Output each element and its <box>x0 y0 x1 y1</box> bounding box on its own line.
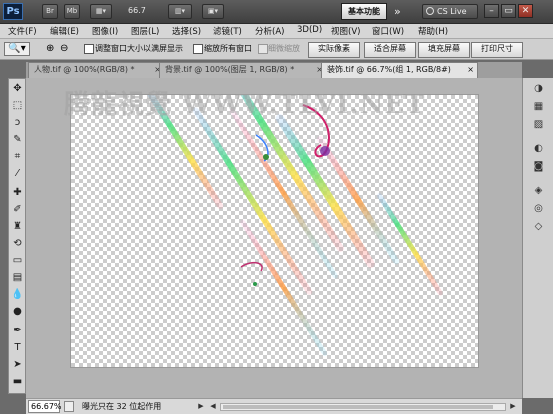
color-panel-icon[interactable]: ◑ <box>531 82 546 96</box>
zoom-level[interactable]: 66.7 <box>128 6 146 15</box>
clone-stamp-tool-icon[interactable]: ♜ <box>10 219 25 234</box>
photoshop-logo: Ps <box>3 3 23 20</box>
close-tab-icon[interactable]: × <box>467 63 474 77</box>
crop-tool-icon[interactable]: ⌗ <box>10 149 25 164</box>
zoom-all-windows-label: 缩放所有窗口 <box>204 44 252 53</box>
screen-mode-dropdown[interactable]: ▣▾ <box>202 4 224 19</box>
watermark: 腾龍視覺 WWW.TLVI.NET <box>64 90 426 120</box>
workspace-switcher-button[interactable]: 基本功能 <box>341 3 387 20</box>
menu-edit[interactable]: 编辑(E) <box>50 25 79 37</box>
menu-layer[interactable]: 图层(L) <box>131 25 159 37</box>
cs-live-icon <box>426 7 434 15</box>
shape-tool-icon[interactable]: ▬ <box>10 374 25 389</box>
menu-help[interactable]: 帮助(H) <box>418 25 448 37</box>
resize-windows-label: 调整窗口大小以满屏显示 <box>95 44 183 53</box>
lasso-tool-icon[interactable]: ↄ <box>10 115 25 130</box>
fill-screen-button[interactable]: 填充屏幕 <box>418 42 470 58</box>
history-brush-tool-icon[interactable]: ⟲ <box>10 236 25 251</box>
path-selection-tool-icon[interactable]: ➤ <box>10 357 25 372</box>
close-button[interactable]: ✕ <box>518 4 533 18</box>
light-streaks-artwork <box>146 95 443 356</box>
resize-windows-checkbox[interactable] <box>84 44 94 54</box>
zoom-out-icon[interactable]: ⊖ <box>60 42 72 55</box>
healing-brush-tool-icon[interactable]: ✚ <box>10 185 25 200</box>
menu-image[interactable]: 图像(I) <box>92 25 118 37</box>
tab-label: 人物.tif @ 100%(RGB/8) * <box>34 65 135 74</box>
masks-panel-icon[interactable]: ◙ <box>531 160 546 174</box>
options-bar: 🔍▾ ⊕ ⊖ 调整窗口大小以满屏显示 缩放所有窗口 细微缩放 实际像素 适合屏幕… <box>0 39 553 60</box>
eraser-tool-icon[interactable]: ▭ <box>10 253 25 268</box>
move-tool-icon[interactable]: ✥ <box>10 81 25 96</box>
restore-button[interactable]: ▭ <box>501 4 516 18</box>
menu-analysis[interactable]: 分析(A) <box>255 25 284 37</box>
quick-selection-tool-icon[interactable]: ✎ <box>10 132 25 147</box>
canvas[interactable] <box>70 94 479 368</box>
cs-live-button[interactable]: CS Live <box>422 4 478 19</box>
horizontal-scrollbar[interactable] <box>220 403 506 411</box>
more-workspaces-icon[interactable]: » <box>394 5 401 18</box>
menu-view[interactable]: 视图(V) <box>331 25 360 37</box>
tools-panel: ✥ ⬚ ↄ ✎ ⌗ ⁄ ✚ ✐ ♜ ⟲ ▭ ▤ 💧 ● ✒ T ➤ ▬ <box>8 78 26 394</box>
menu-select[interactable]: 选择(S) <box>172 25 201 37</box>
marquee-tool-icon[interactable]: ⬚ <box>10 98 25 113</box>
menu-bar: 文件(F) 编辑(E) 图像(I) 图层(L) 选择(S) 滤镜(T) 分析(A… <box>0 24 553 39</box>
styles-panel-icon[interactable]: ▨ <box>531 118 546 132</box>
tab-label: 装饰.tif @ 66.7%(组 1, RGB/8#) <box>327 65 451 74</box>
view-extras-dropdown[interactable]: ▦▾ <box>90 4 112 19</box>
status-menu-arrow-icon[interactable]: ▶ <box>196 401 206 412</box>
tab-label: 背景.tif @ 100%(图层 1, RGB/8) * <box>165 65 295 74</box>
eyedropper-tool-icon[interactable]: ⁄ <box>10 166 25 181</box>
swatches-panel-icon[interactable]: ▦ <box>531 100 546 114</box>
layers-panel-icon[interactable]: ◈ <box>531 184 546 198</box>
menu-filter[interactable]: 滤镜(T) <box>213 25 242 37</box>
panel-dock: ◑ ▦ ▨ ◐ ◙ ◈ ◎ ◇ <box>522 78 553 398</box>
fit-screen-button[interactable]: 适合屏幕 <box>364 42 416 58</box>
cs-live-label: CS Live <box>437 7 467 16</box>
menu-3d[interactable]: 3D(D) <box>297 25 322 35</box>
application-bar: Ps Br Mb ▦▾ 66.7 ▥▾ ▣▾ 基本功能 » CS Live – … <box>0 0 553 24</box>
zoom-in-icon[interactable]: ⊕ <box>46 42 58 55</box>
scroll-right-icon[interactable]: ▶ <box>508 401 518 412</box>
scrubby-zoom-checkbox[interactable] <box>258 44 268 54</box>
brush-tool-icon[interactable]: ✐ <box>10 202 25 217</box>
zoom-field[interactable]: 66.67% <box>28 400 62 413</box>
zoom-tool-preset-picker[interactable]: 🔍▾ <box>4 42 30 56</box>
mini-bridge-button[interactable]: Mb <box>64 4 80 19</box>
menu-file[interactable]: 文件(F) <box>8 25 37 37</box>
bridge-button[interactable]: Br <box>42 4 58 19</box>
menu-window[interactable]: 窗口(W) <box>372 25 404 37</box>
adjustments-panel-icon[interactable]: ◐ <box>531 142 546 156</box>
status-bar: 66.67% 曝光只在 32 位起作用 ▶ ◀ ▶ <box>26 398 522 414</box>
dodge-tool-icon[interactable]: ● <box>10 304 25 319</box>
blur-tool-icon[interactable]: 💧 <box>10 287 25 302</box>
gradient-tool-icon[interactable]: ▤ <box>10 270 25 285</box>
scroll-left-icon[interactable]: ◀ <box>208 401 218 412</box>
status-message: 曝光只在 32 位起作用 <box>82 402 162 411</box>
pen-tool-icon[interactable]: ✒ <box>10 323 25 338</box>
type-tool-icon[interactable]: T <box>10 340 25 355</box>
print-size-button[interactable]: 打印尺寸 <box>471 42 523 58</box>
scrubby-zoom-label: 细微缩放 <box>268 44 300 53</box>
arrange-documents-dropdown[interactable]: ▥▾ <box>168 4 192 19</box>
document-info-icon[interactable] <box>64 401 74 412</box>
minimize-button[interactable]: – <box>484 4 499 18</box>
channels-panel-icon[interactable]: ◎ <box>531 202 546 216</box>
paths-panel-icon[interactable]: ◇ <box>531 220 546 234</box>
document-tab-bar: 人物.tif @ 100%(RGB/8) * × 背景.tif @ 100%(图… <box>26 62 522 80</box>
actual-pixels-button[interactable]: 实际像素 <box>308 42 360 58</box>
scrollbar-thumb[interactable] <box>223 405 493 409</box>
zoom-all-windows-checkbox[interactable] <box>193 44 203 54</box>
